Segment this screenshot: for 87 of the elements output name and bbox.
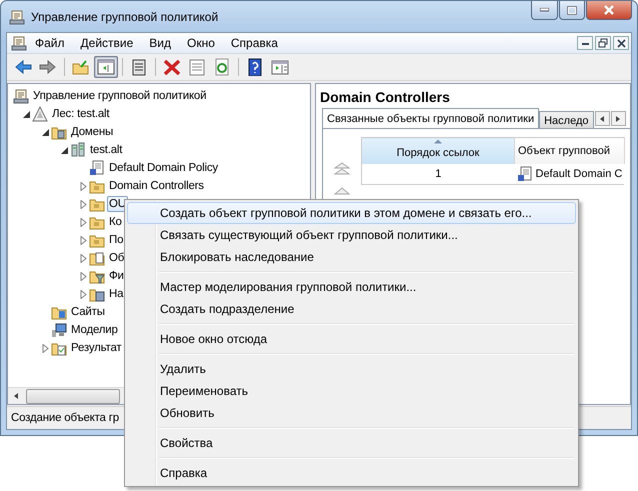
computer-icon xyxy=(51,322,67,338)
collapsed-arrow-icon[interactable] xyxy=(79,254,88,262)
scroll-icon xyxy=(11,35,27,51)
panel-button[interactable] xyxy=(94,56,118,78)
sort-arrow-icon xyxy=(434,139,442,144)
menu-item[interactable]: Создать объект групповой политики в этом домене и связать его... xyxy=(127,202,576,224)
tree-item[interactable]: Сайты xyxy=(69,304,107,320)
left-arrow-icon xyxy=(598,114,606,122)
delete-icon xyxy=(163,58,181,76)
document-icon xyxy=(89,160,105,176)
menu-item[interactable]: Связать существующий объект групповой политики... xyxy=(127,224,576,246)
status-text: Создание объекта гр xyxy=(11,412,119,424)
close-button[interactable] xyxy=(586,1,632,20)
menu-item[interactable]: Блокировать наследование xyxy=(127,246,576,268)
clipboard-icon xyxy=(130,58,148,76)
menu-item[interactable]: Свойства xyxy=(127,432,576,454)
scroll-icon xyxy=(9,8,25,24)
triangle-icon xyxy=(32,106,48,122)
menu-item[interactable]: Создать подразделение xyxy=(127,298,576,320)
tab[interactable]: Связанные объекты групповой политики xyxy=(322,108,540,129)
tree-item[interactable]: Результат xyxy=(69,340,124,356)
expanded-arrow-icon[interactable] xyxy=(60,146,69,154)
refresh-icon xyxy=(213,58,231,76)
collapsed-arrow-icon[interactable] xyxy=(41,344,50,352)
restore-icon xyxy=(598,38,608,48)
close-button[interactable] xyxy=(613,36,629,50)
minimize-button[interactable] xyxy=(577,36,593,50)
tree-item[interactable]: На xyxy=(107,286,126,302)
properties-icon xyxy=(188,58,206,76)
collapsed-arrow-icon[interactable] xyxy=(79,272,88,280)
tree-item[interactable]: Фи xyxy=(107,268,126,284)
tab[interactable]: Наследо xyxy=(539,111,594,129)
collapsed-arrow-icon[interactable] xyxy=(79,236,88,244)
menu-item[interactable]: Переименовать xyxy=(127,380,576,402)
column-header[interactable]: Порядок ссылок xyxy=(362,138,514,164)
window-title: Управление групповой политикой xyxy=(31,10,218,24)
tree-item[interactable]: test.alt xyxy=(88,142,124,158)
close-icon xyxy=(603,5,615,15)
collapsed-arrow-icon[interactable] xyxy=(79,218,88,226)
menu-item[interactable]: Справка xyxy=(127,462,576,484)
maximize-button[interactable] xyxy=(559,1,585,20)
pane-heading: Domain Controllers xyxy=(320,89,451,105)
collapsed-arrow-icon[interactable] xyxy=(79,200,88,208)
menu-item[interactable]: Справка xyxy=(222,34,286,52)
expanded-arrow-icon[interactable] xyxy=(22,110,31,118)
tree-item[interactable]: Домены xyxy=(69,124,116,140)
column-header[interactable]: Объект групповой xyxy=(514,138,624,164)
server-icon xyxy=(70,142,86,158)
tree-item[interactable]: Управление групповой политикой xyxy=(31,88,208,104)
tree-item[interactable]: Моделир xyxy=(69,322,120,338)
menu-item[interactable]: Файл xyxy=(27,34,73,52)
tree-item[interactable]: Default Domain Policy xyxy=(107,160,220,176)
restore-button[interactable] xyxy=(595,36,611,50)
table-cell: 1 xyxy=(362,164,514,184)
folder-arrow-icon xyxy=(72,58,90,76)
scrollbar-thumb[interactable] xyxy=(26,388,120,404)
tab-left-button[interactable] xyxy=(594,111,610,126)
scroll-icon xyxy=(13,88,29,104)
tree-item[interactable]: Лес: test.alt xyxy=(50,106,112,122)
collapsed-arrow-icon[interactable] xyxy=(79,182,88,190)
document-icon xyxy=(516,166,532,182)
menu-item[interactable]: Новое окно отсюда xyxy=(127,328,576,350)
help-icon xyxy=(246,58,264,76)
tree-item[interactable]: Domain Controllers xyxy=(107,178,206,194)
maximize-icon xyxy=(567,6,577,14)
panel-icon xyxy=(271,58,289,76)
back-arrow-icon xyxy=(14,58,32,76)
close-icon xyxy=(616,38,626,48)
collapsed-arrow-icon[interactable] xyxy=(79,290,88,298)
panel-icon xyxy=(97,58,115,76)
expanded-arrow-icon[interactable] xyxy=(41,128,50,136)
right-arrow-icon xyxy=(614,114,622,122)
tree-item[interactable]: Об xyxy=(107,250,126,266)
tab-right-button[interactable] xyxy=(610,111,626,126)
tree-item[interactable]: По xyxy=(107,232,126,248)
forward-arrow-icon xyxy=(39,58,57,76)
tree-item[interactable]: Ко xyxy=(107,214,124,230)
folder-icon xyxy=(89,250,105,266)
menu-item[interactable]: Удалить xyxy=(127,358,576,380)
menu-item[interactable]: Действие xyxy=(72,34,142,52)
menu-item[interactable]: Мастер моделирования групповой политики... xyxy=(127,276,576,298)
table-cell: Default Domain C xyxy=(536,168,622,180)
menu-item[interactable]: Вид xyxy=(141,34,179,52)
menu-item[interactable]: Окно xyxy=(179,34,223,52)
menu-item[interactable]: Обновить xyxy=(127,402,576,424)
minimize-icon xyxy=(540,8,549,12)
minimize-button[interactable] xyxy=(531,1,558,20)
